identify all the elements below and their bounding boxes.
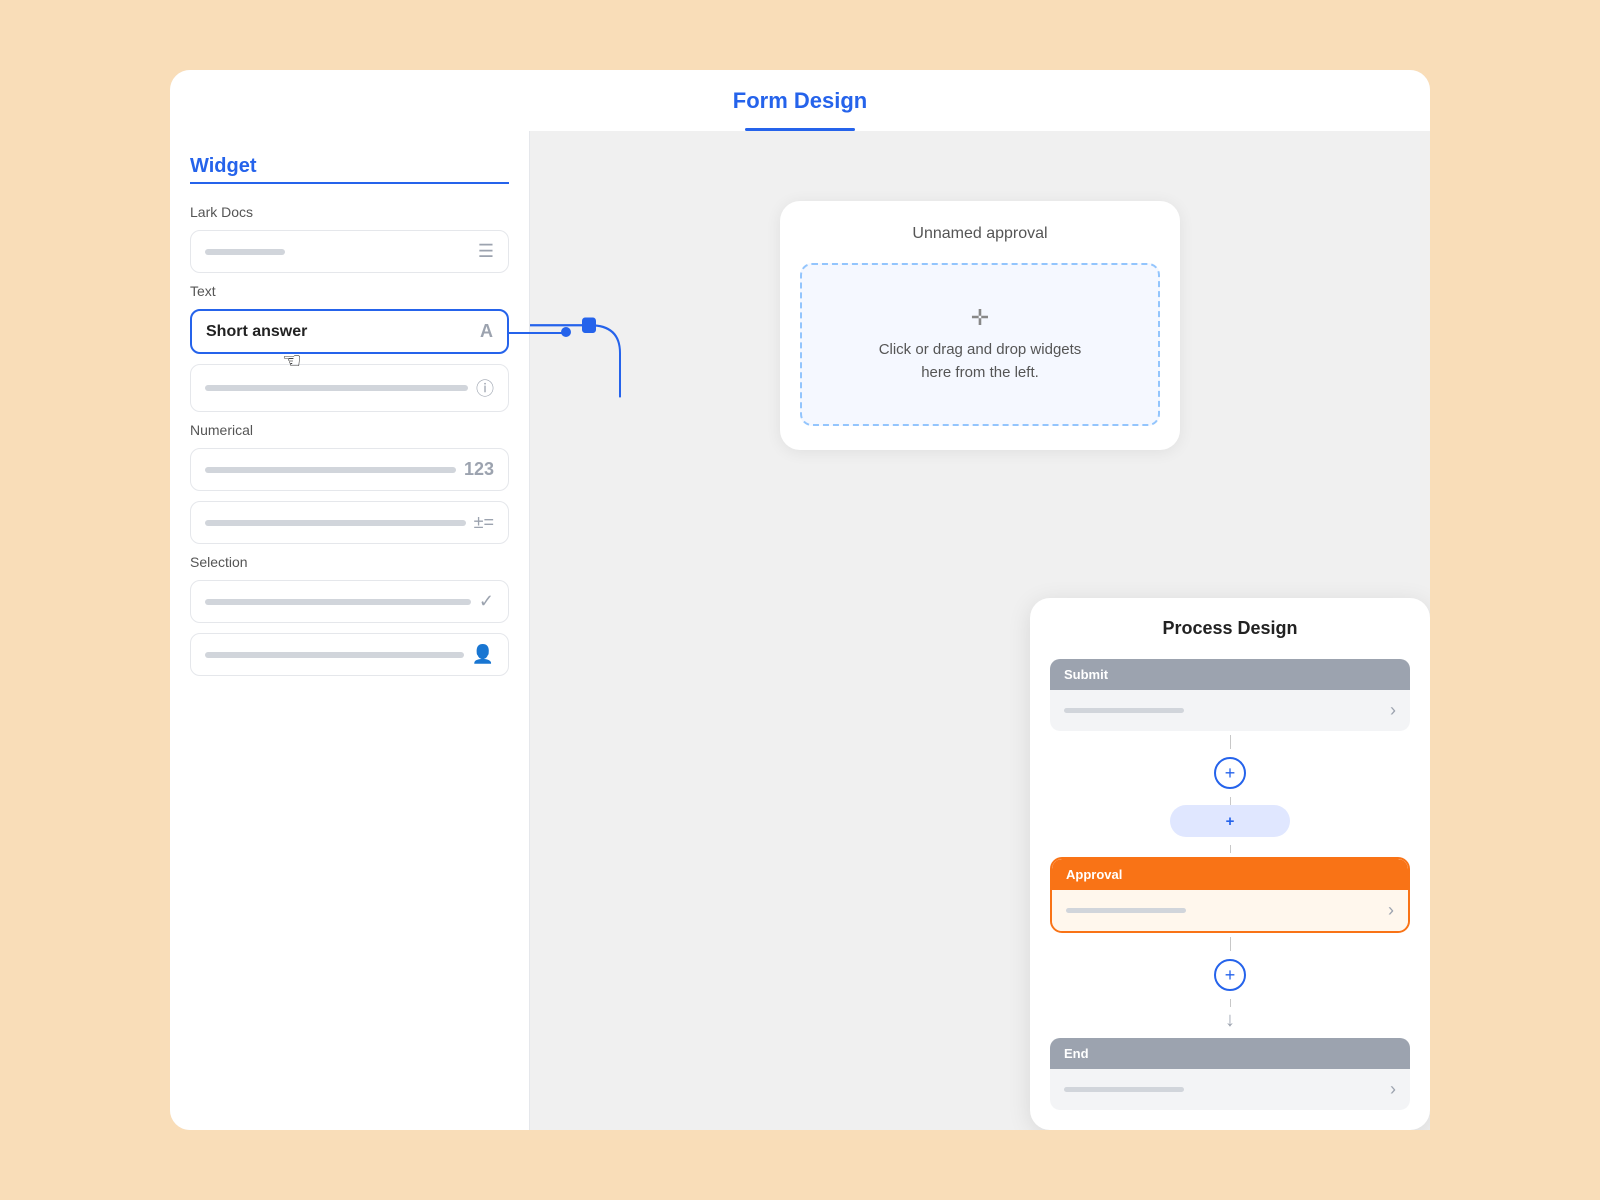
body-row: Widget Lark Docs ☰ Text Short answer A ☜ bbox=[170, 131, 1430, 1130]
widget-formula[interactable]: ±= bbox=[190, 501, 509, 544]
sidebar-title: Widget bbox=[190, 155, 509, 178]
submit-bars bbox=[1064, 708, 1184, 713]
widget-short-answer[interactable]: Short answer A ☜ bbox=[190, 309, 509, 354]
connector-line-1 bbox=[1230, 735, 1231, 749]
approval-bars bbox=[1066, 908, 1186, 913]
section-selection: Selection bbox=[190, 554, 509, 570]
connector-line-1b bbox=[1230, 797, 1231, 805]
mini-bar bbox=[1064, 708, 1184, 713]
widget-lark-docs[interactable]: ☰ bbox=[190, 230, 509, 273]
end-chevron: › bbox=[1390, 1079, 1396, 1100]
mini-bar bbox=[1066, 908, 1186, 913]
mini-bar bbox=[1064, 1087, 1184, 1092]
widget-bar bbox=[205, 599, 471, 605]
process-node-approval[interactable]: Approval › bbox=[1052, 859, 1408, 931]
widget-number[interactable]: 123 bbox=[190, 448, 509, 491]
widget-paragraph[interactable]: ⓘ bbox=[190, 364, 509, 412]
approval-chevron: › bbox=[1388, 900, 1394, 921]
submit-header: Submit bbox=[1050, 659, 1410, 690]
process-node-submit[interactable]: Submit › bbox=[1050, 659, 1410, 731]
widget-select[interactable]: ✓ bbox=[190, 580, 509, 623]
drop-zone-icon: ✛ bbox=[822, 305, 1138, 331]
connector-line-2b bbox=[1230, 999, 1231, 1007]
connector-line-2 bbox=[1230, 937, 1231, 951]
submit-body: › bbox=[1050, 690, 1410, 731]
widget-member[interactable]: 👤 bbox=[190, 633, 509, 676]
drop-zone[interactable]: ✛ Click or drag and drop widgetshere fro… bbox=[800, 263, 1160, 426]
end-bars bbox=[1064, 1087, 1184, 1092]
process-node-approval-wrapper: Approval › bbox=[1050, 857, 1410, 933]
submit-chevron: › bbox=[1390, 700, 1396, 721]
short-answer-label: Short answer bbox=[206, 323, 307, 341]
approval-header: Approval bbox=[1052, 859, 1408, 890]
connector-line-1c bbox=[1230, 845, 1231, 853]
formula-icon: ±= bbox=[474, 512, 494, 533]
process-flow: Submit › + + bbox=[1050, 659, 1410, 1110]
center-area: Unnamed approval ✛ Click or drag and dro… bbox=[530, 131, 1430, 1130]
widget-bar bbox=[205, 467, 456, 473]
add-step-btn-1[interactable]: + bbox=[1214, 757, 1246, 789]
process-node-end[interactable]: End › bbox=[1050, 1038, 1410, 1110]
widget-bar bbox=[205, 652, 464, 658]
sidebar: Widget Lark Docs ☰ Text Short answer A ☜ bbox=[170, 131, 530, 1130]
paragraph-icon: ⓘ bbox=[476, 375, 494, 401]
sidebar-underline bbox=[190, 182, 509, 184]
widget-bar bbox=[205, 520, 466, 526]
form-card: Unnamed approval ✛ Click or drag and dro… bbox=[780, 201, 1180, 450]
end-body: › bbox=[1050, 1069, 1410, 1110]
header: Form Design bbox=[170, 70, 1430, 131]
section-text: Text bbox=[190, 283, 509, 299]
form-title: Unnamed approval bbox=[800, 225, 1160, 243]
short-answer-icon: A bbox=[480, 321, 493, 342]
add-connector-1: + + bbox=[1050, 735, 1410, 853]
arrow-down: ↓ bbox=[1225, 1009, 1235, 1032]
approval-body: › bbox=[1052, 890, 1408, 931]
widget-bar bbox=[205, 385, 468, 391]
add-connector-2: + ↓ bbox=[1050, 937, 1410, 1034]
section-numerical: Numerical bbox=[190, 422, 509, 438]
main-container: Form Design Widget Lark Docs ☰ Text Shor… bbox=[170, 70, 1430, 1130]
member-icon: 👤 bbox=[472, 644, 494, 665]
number-icon: 123 bbox=[464, 459, 494, 480]
end-header: End bbox=[1050, 1038, 1410, 1069]
widget-bar bbox=[205, 249, 285, 255]
lark-docs-icon: ☰ bbox=[478, 241, 494, 262]
drop-zone-text: Click or drag and drop widgetshere from … bbox=[822, 339, 1138, 384]
add-step-btn-2[interactable]: + bbox=[1214, 959, 1246, 991]
section-lark-docs: Lark Docs bbox=[190, 204, 509, 220]
select-icon: ✓ bbox=[479, 591, 494, 612]
page-title: Form Design bbox=[170, 88, 1430, 128]
process-panel: Process Design Submit › bbox=[1030, 598, 1430, 1130]
process-title: Process Design bbox=[1050, 618, 1410, 639]
header-underline bbox=[745, 128, 855, 131]
add-wide-btn[interactable]: + bbox=[1170, 805, 1290, 837]
